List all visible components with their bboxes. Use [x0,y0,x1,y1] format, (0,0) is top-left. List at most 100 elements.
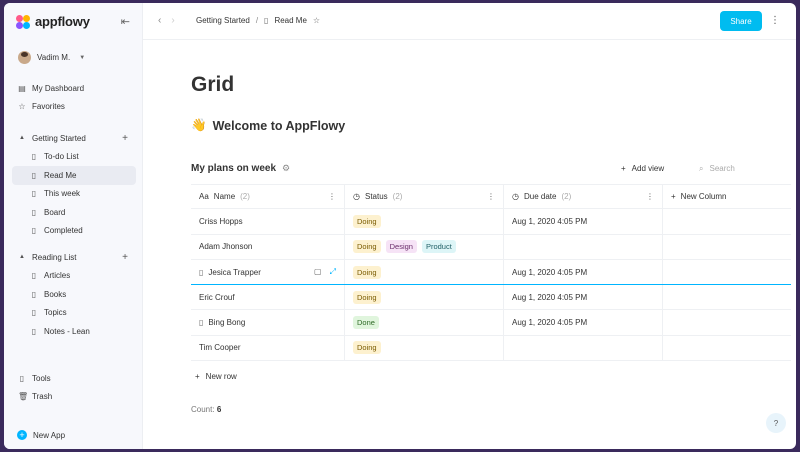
status-cell[interactable]: Doing [345,335,504,361]
section-label: Reading List [32,252,77,262]
add-view-button[interactable]: + Add view [621,164,664,173]
column-header-name[interactable]: Aa Name (2) ⋮ [191,185,345,209]
clock-icon: ◷ [512,192,519,202]
breadcrumb-getting-started[interactable]: Getting Started [196,16,250,25]
breadcrumb-read-me[interactable]: Read Me [274,16,306,25]
sidebar-bottom-nav: ▯ Tools 🗑 Trash [12,369,136,406]
column-header-status[interactable]: ◷ Status (2) ⋮ [345,185,504,209]
row-name: Criss Hopps [199,216,243,226]
sidebar-item-label: Articles [44,271,71,281]
grid-search[interactable]: ⌕ Search [699,164,735,174]
back-arrow-icon[interactable]: ‹ [158,15,161,26]
status-cell[interactable]: Doing [345,209,504,234]
due-date-cell[interactable]: Aug 1, 2020 4:05 PM [504,259,663,285]
name-cell[interactable]: Tim Cooper [191,335,345,361]
empty-cell[interactable] [663,336,791,360]
search-icon: ⌕ [699,164,704,173]
empty-cell[interactable] [663,285,791,309]
forward-arrow-icon[interactable]: › [171,15,174,26]
table-row[interactable]: ▯ Jesica Trapper ▢ ⤢ Doing Aug 1, 2020 4… [191,259,791,286]
name-cell[interactable]: ▯ Jesica Trapper ▢ ⤢ [191,259,345,285]
sidebar-item-this-week[interactable]: ▯ This week [12,185,136,204]
add-page-icon[interactable]: + [122,133,128,144]
chevron-down-icon: ▼ [79,54,86,61]
row-tools: ▢ ⤢ [314,267,336,277]
sidebar-item-favorites[interactable]: ☆ Favorites [12,98,136,117]
sidebar-item-label: Notes - Lean [44,326,90,336]
main-content: ‹ › Getting Started / ▯ Read Me ☆ Share … [143,3,796,449]
breadcrumb-separator: / [255,16,259,25]
status-cell[interactable]: Doing [345,285,504,310]
table-row[interactable]: Tim Cooper Doing [191,335,791,362]
due-date-cell[interactable]: Aug 1, 2020 4:05 PM [504,209,663,234]
sidebar-item-board[interactable]: ▯ Board [12,203,136,222]
avatar [18,51,31,64]
sidebar-item-notes-lean[interactable]: ▯ Notes - Lean [12,322,136,341]
share-button[interactable]: Share [720,11,762,31]
column-header-due-date[interactable]: ◷ Due date (2) ⋮ [504,185,663,209]
table-row[interactable]: Eric Crouf Doing Aug 1, 2020 4:05 PM [191,285,791,311]
sidebar-item-completed[interactable]: ▯ Completed [12,222,136,241]
new-app-button[interactable]: + New App [17,430,65,440]
sidebar-item-label: Read Me [44,170,77,180]
status-cell[interactable]: Doing Design Product [345,234,504,259]
user-menu[interactable]: Vadim M. ▼ [18,51,85,64]
waving-hand-icon: 👋 [191,118,207,132]
column-count: (2) [561,192,572,202]
help-button[interactable]: ? [766,413,786,433]
row-name: Tim Cooper [199,343,241,353]
sidebar-item-tools[interactable]: ▯ Tools [12,369,136,388]
empty-cell[interactable] [663,310,791,334]
empty-cell[interactable] [663,260,791,284]
sidebar-item-topics[interactable]: ▯ Topics [12,304,136,323]
sidebar-item-articles[interactable]: ▯ Articles [12,267,136,286]
name-cell[interactable]: Adam Jhonson [191,234,345,259]
row-name: Eric Crouf [199,292,235,302]
sidebar-item-label: Trash [32,392,53,402]
more-options-icon[interactable]: ⋮ [770,15,780,26]
status-tag: Doing [353,341,381,355]
due-date-cell[interactable] [504,335,663,361]
column-menu-icon[interactable]: ⋮ [328,192,336,201]
status-cell[interactable]: Done [345,310,504,335]
name-cell[interactable]: Criss Hopps [191,209,345,234]
collapse-sidebar-icon[interactable]: ⇤ [121,15,130,28]
section-header-getting-started[interactable]: ▲ Getting Started + [12,129,136,148]
sidebar-item-books[interactable]: ▯ Books [12,285,136,304]
name-cell[interactable]: ▯ Bing Bong [191,310,345,335]
table-row[interactable]: Criss Hopps Doing Aug 1, 2020 4:05 PM [191,209,791,235]
comment-icon[interactable]: ▢ [314,267,322,277]
new-column-button[interactable]: + New Column [663,185,791,208]
table-row[interactable]: ▯ Bing Bong Done Aug 1, 2020 4:05 PM [191,310,791,336]
column-menu-icon[interactable]: ⋮ [487,192,495,201]
sidebar-item-to-do-list[interactable]: ▯ To-do List [12,148,136,167]
favorite-star-icon[interactable]: ☆ [313,16,320,25]
column-menu-icon[interactable]: ⋮ [646,192,654,201]
sidebar-item-my-dashboard[interactable]: ▤ My Dashboard [12,79,136,98]
document-icon: ▯ [199,267,204,277]
document-icon: ▯ [31,271,37,281]
document-icon: ▯ [264,16,269,25]
section-header-reading-list[interactable]: ▲ Reading List + [12,248,136,267]
due-date-cell[interactable]: Aug 1, 2020 4:05 PM [504,310,663,335]
due-date-cell[interactable] [504,234,663,259]
status-tag: Doing [353,290,381,304]
grid-table: Aa Name (2) ⋮ ◷ Status (2) ⋮ ◷ Due date … [191,184,791,362]
document-icon: ▯ [31,152,37,162]
welcome-heading: 👋 Welcome to AppFlowy [191,118,345,133]
empty-cell[interactable] [663,235,791,259]
sidebar-item-read-me[interactable]: ▯ Read Me [12,166,136,185]
due-date-cell[interactable]: Aug 1, 2020 4:05 PM [504,285,663,310]
sidebar-item-trash[interactable]: 🗑 Trash [12,388,136,407]
name-cell[interactable]: Eric Crouf [191,285,345,310]
new-row-button[interactable]: + New row [195,372,237,381]
table-row[interactable]: Adam Jhonson Doing Design Product [191,234,791,260]
add-page-icon[interactable]: + [122,252,128,263]
sidebar-item-label: Completed [44,226,83,236]
status-cell[interactable]: Doing [345,259,504,285]
settings-icon[interactable]: ⚙ [282,163,290,174]
empty-cell[interactable] [663,209,791,233]
expand-icon[interactable]: ⤢ [330,267,336,277]
table-header-row: Aa Name (2) ⋮ ◷ Status (2) ⋮ ◷ Due date … [191,184,791,210]
column-label: New Column [680,192,727,202]
